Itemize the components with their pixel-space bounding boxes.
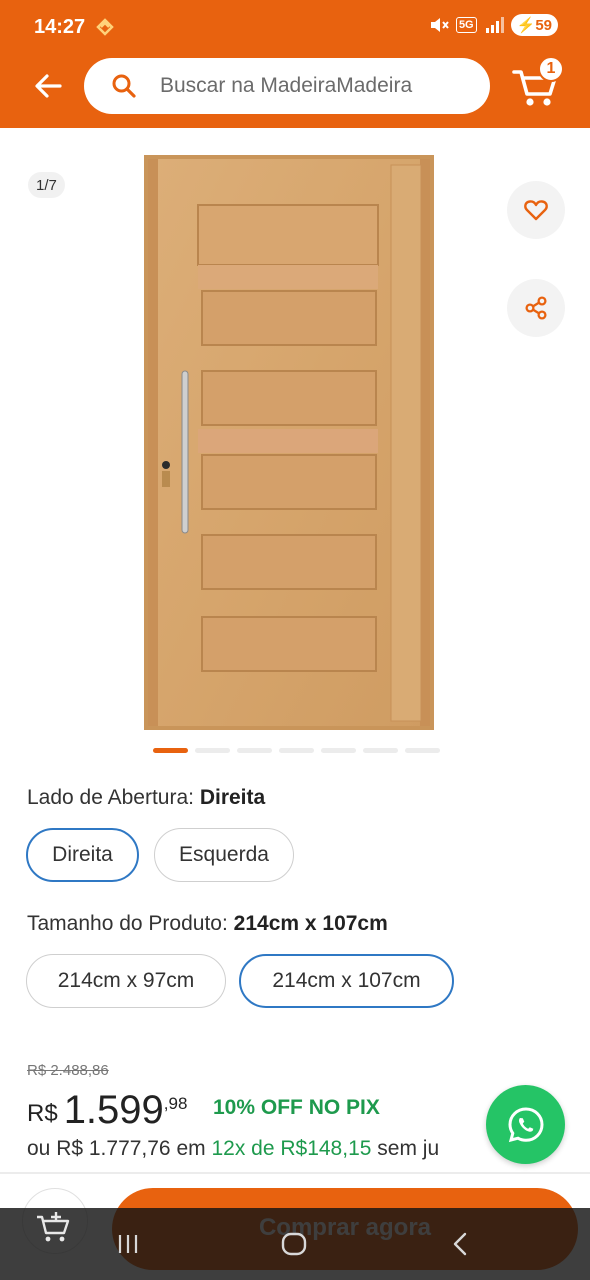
installments-highlight: 12x de R$148,15 [211,1137,372,1160]
gallery-dot[interactable] [237,748,272,753]
nav-back-button[interactable] [442,1226,478,1262]
size-label: Tamanho do Produto: 214cm x 107cm [27,912,388,936]
status-icons: 5G ⚡ 59 [428,14,558,36]
search-input[interactable] [160,58,480,114]
app-header: 14:27 5G ⚡ 59 Buscar na MadeiraMadeira 1 [0,0,590,128]
arrow-left-icon [35,74,62,98]
price-currency: R$ [27,1100,58,1127]
gallery-dot[interactable] [405,748,440,753]
gallery-dot[interactable] [195,748,230,753]
size-title: Tamanho do Produto: [27,912,228,935]
opening-option-direita[interactable]: Direita [26,828,139,882]
share-button[interactable] [507,279,565,337]
gallery-pagination [153,748,440,753]
size-option-214x107[interactable]: 214cm x 107cm [239,954,454,1008]
gallery-dot[interactable] [321,748,356,753]
opening-side-selected: Direita [199,786,266,809]
old-price: R$ 2.488,86 [27,1062,109,1079]
image-counter: 1/7 [28,172,65,198]
cart-count-badge: 1 [538,56,564,82]
gallery-dot[interactable] [363,748,398,753]
mute-icon [430,18,449,32]
favorite-button[interactable] [507,181,565,239]
gallery-dot-active[interactable] [153,748,188,753]
share-icon [525,296,547,320]
price-integer: 1.599 [63,1088,164,1132]
whatsapp-button[interactable] [486,1085,565,1164]
back-button[interactable] [28,66,68,106]
installments-text: ou R$ 1.777,76 em 12x de R$148,15 sem ju [27,1137,507,1161]
signal-icon [485,17,504,33]
opening-option-esquerda[interactable]: Esquerda [154,828,294,882]
pix-discount-badge: 10% OFF NO PIX [213,1096,380,1119]
home-icon [281,1232,307,1256]
battery-indicator: ⚡ 59 [510,14,558,36]
search-icon [112,74,136,98]
gallery-dot[interactable] [279,748,314,753]
battery-level: 59 [535,16,552,34]
chevron-left-icon [453,1232,467,1256]
recent-apps-button[interactable] [110,1226,146,1262]
price-cents: ,98 [163,1094,188,1113]
opening-side-label: Lado de Abertura: Direita [27,786,265,810]
whatsapp-icon [507,1106,544,1142]
search-bar[interactable] [84,58,490,114]
status-bar: 14:27 5G ⚡ 59 [0,0,590,54]
app-notification-icon [96,18,114,36]
heart-icon [524,200,548,221]
recent-apps-icon [118,1235,138,1253]
product-image[interactable] [144,155,434,730]
installments-prefix: ou R$ 1.777,76 em [27,1137,206,1160]
size-option-214x97[interactable]: 214cm x 97cm [26,954,226,1008]
add-to-cart-button[interactable] [34,1210,74,1246]
add-to-cart-icon [37,1212,70,1242]
current-price: R$ 1.599 ,98 [27,1088,187,1133]
status-time: 14:27 [34,16,86,38]
network-type-icon: 5G [455,17,477,33]
opening-side-title: Lado de Abertura: [27,786,194,809]
home-button[interactable] [276,1226,312,1262]
installments-suffix: sem ju [377,1137,440,1160]
size-selected: 214cm x 107cm [233,912,388,935]
